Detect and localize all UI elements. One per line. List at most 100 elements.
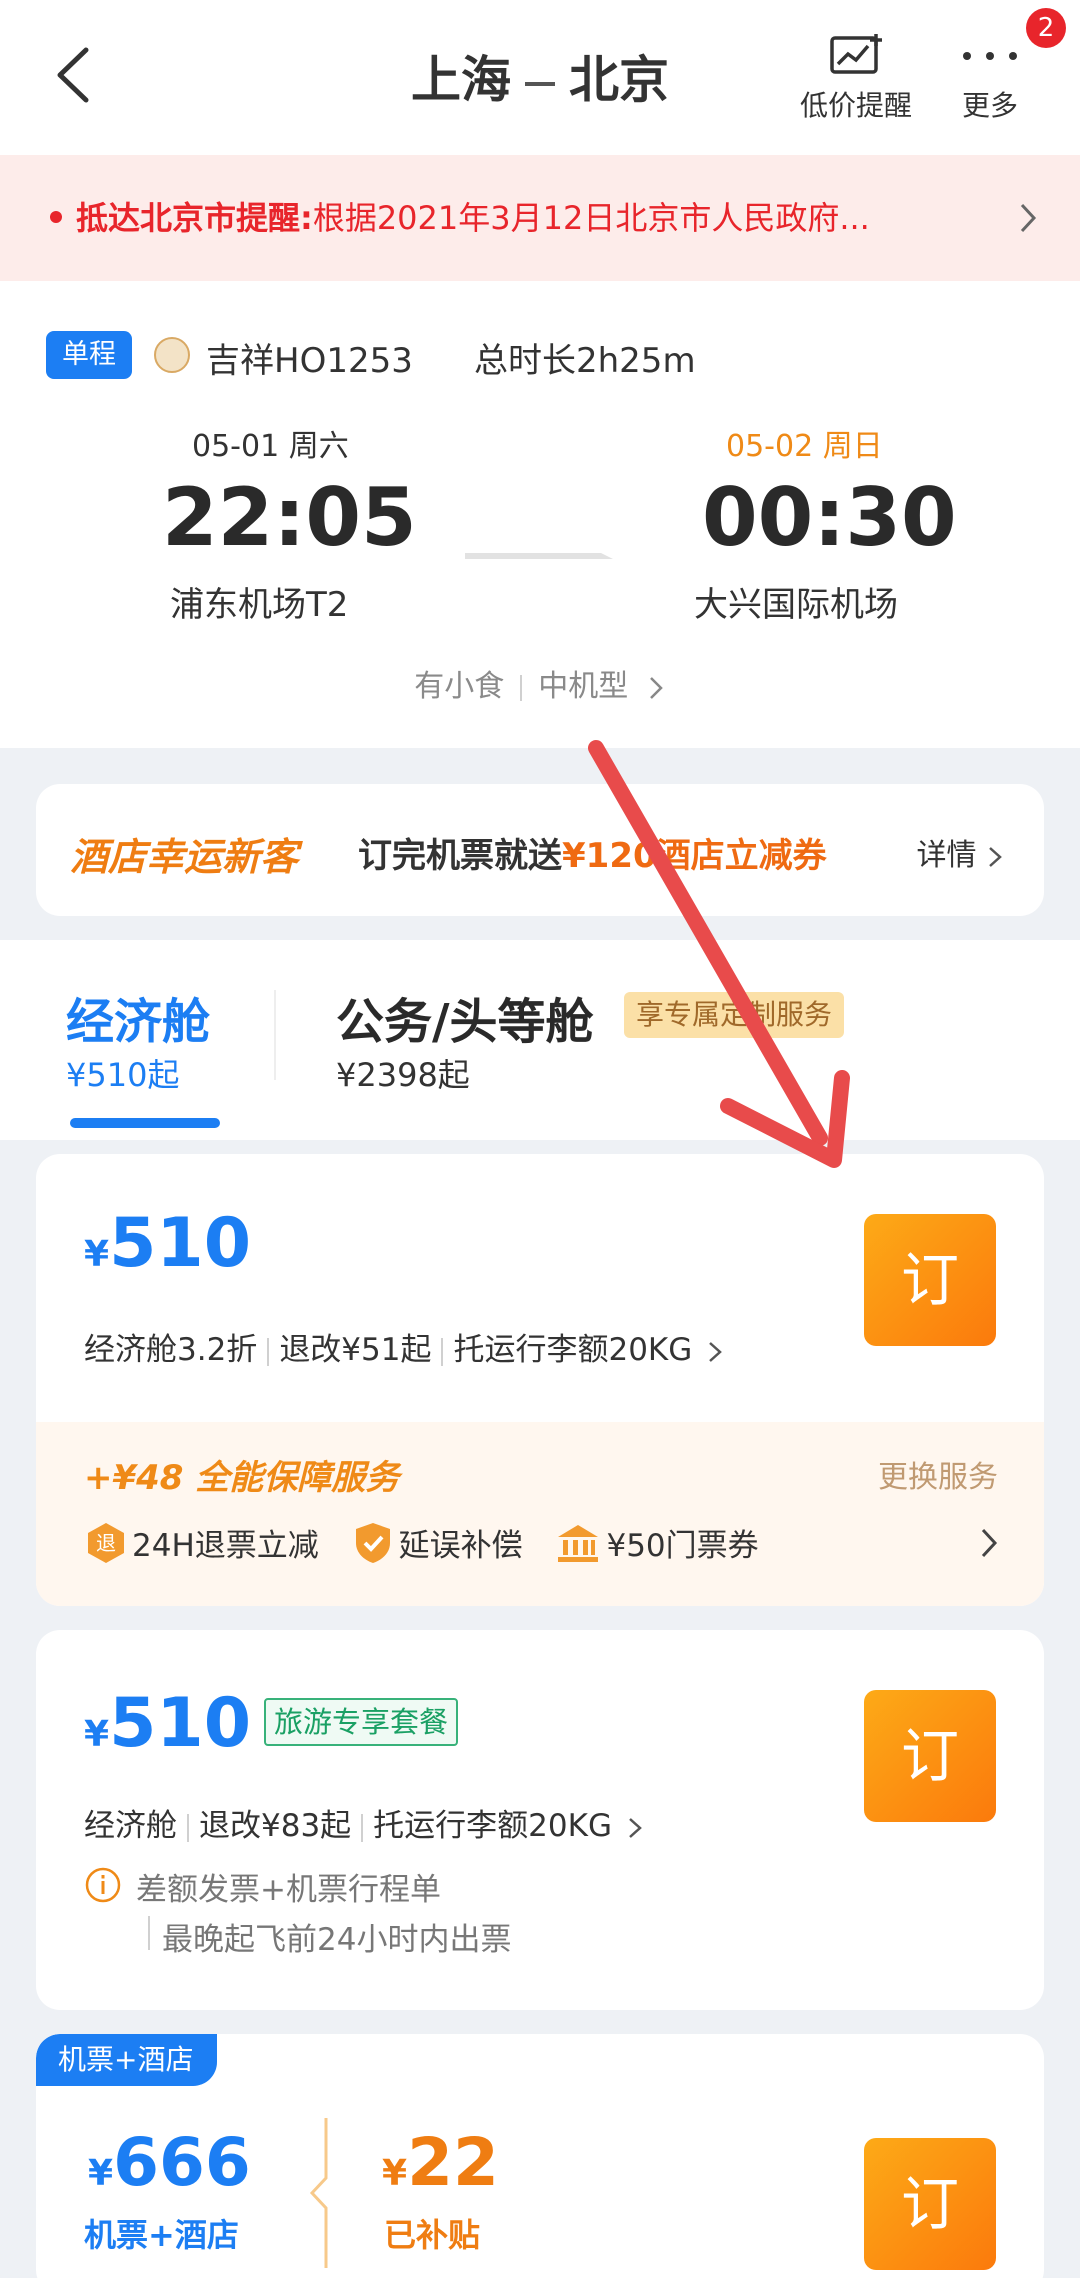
book-button[interactable]: 订	[864, 1214, 996, 1346]
route-title: 上海 北京	[0, 40, 1080, 112]
aircraft-info: 中机型	[538, 669, 629, 704]
price-alert-icon	[830, 34, 882, 74]
book-button[interactable]: 订	[864, 1690, 996, 1822]
price-alert-label: 低价提醒	[800, 89, 913, 122]
arrival-airport: 大兴国际机场	[694, 585, 898, 625]
notice-text: 根据2021年3月12日北京市人民政府...	[312, 199, 870, 237]
info-divider	[361, 1813, 364, 1842]
economy-tab-price: ¥510起	[66, 1056, 180, 1094]
protection-item-label: 24H退票立减	[132, 1528, 319, 1564]
departure-time: 22:05	[162, 471, 417, 564]
ticketing-note: 最晚起飞前24小时内出票	[162, 1922, 512, 1958]
meta-divider	[520, 674, 523, 701]
airline-flight-number: 吉祥HO1253	[206, 341, 413, 381]
flight-duration: 总时长2h25m	[474, 341, 696, 381]
info-divider	[187, 1813, 189, 1842]
protection-service-panel[interactable]: +¥48 全能保障服务 更换服务 退 24H退票立减 延误补偿 ¥50门票券	[36, 1422, 1044, 1606]
promo-details-label: 详情	[916, 838, 977, 873]
refund-change-fee: 退改¥51起	[279, 1332, 432, 1368]
business-tab-price: ¥2398起	[336, 1056, 470, 1094]
bracket-divider-icon	[309, 2118, 328, 2268]
chevron-right-icon	[981, 1528, 998, 1558]
subsidy-value: 22	[407, 2124, 499, 2201]
info-divider	[441, 1337, 444, 1366]
arrival-notice-bar[interactable]: 抵达北京市提醒:根据2021年3月12日北京市人民政府...	[0, 155, 1080, 281]
fare-price-value: 510	[109, 1684, 252, 1763]
business-tab-label: 公务/头等舱	[336, 994, 594, 1050]
arrival-date: 05-02 周日	[726, 429, 883, 464]
protection-title: +¥48 全能保障服务	[84, 1458, 400, 1498]
promo-highlight: ¥120酒店立减券	[562, 836, 827, 876]
business-tab-tag: 享专属定制服务	[624, 992, 845, 1038]
shield-check-icon	[355, 1522, 390, 1563]
notice-dot-icon	[50, 211, 62, 223]
svg-text:退: 退	[96, 1531, 116, 1555]
combo-price-value: 666	[113, 2124, 251, 2201]
cabin-tabs: 经济舱 ¥510起 公务/头等舱 享专属定制服务 ¥2398起	[0, 940, 1080, 1140]
combo-price-label: 机票+酒店	[84, 2216, 239, 2254]
book-button[interactable]: 订	[864, 2138, 996, 2270]
flight-meta[interactable]: 有小食 中机型	[0, 661, 1080, 705]
baggage-allowance: 托运行李额20KG	[373, 1808, 612, 1844]
trip-type-tag: 单程	[46, 331, 132, 379]
currency-symbol: ¥	[88, 2153, 114, 2194]
chevron-right-icon	[709, 1341, 723, 1362]
chevron-right-icon	[628, 1817, 642, 1838]
departure-airport: 浦东机场T2	[170, 585, 349, 625]
chevron-right-icon	[989, 846, 1002, 867]
change-service-link[interactable]: 更换服务	[878, 1452, 998, 1496]
destination-city: 北京	[569, 51, 669, 109]
chevron-right-icon	[1020, 203, 1037, 233]
flight-info-card: 单程 吉祥HO1253 总时长2h25m 05-01 周六 05-02 周日 2…	[0, 281, 1080, 748]
promo-details-link[interactable]: 详情	[916, 830, 1004, 874]
origin-city: 上海	[411, 51, 511, 109]
note-divider	[148, 1916, 150, 1950]
currency-symbol: ¥	[84, 1234, 110, 1275]
refund-icon: 退	[88, 1522, 124, 1563]
flight-booking-page: 上海 北京 低价提醒 更多 2 抵达北京市提醒:根据2021年3月12日北京市人民…	[0, 0, 1080, 2278]
invoice-note: 差额发票+机票行程单	[136, 1872, 441, 1908]
promo-title: 酒店幸运新客	[70, 835, 299, 879]
fare-rules[interactable]: 经济舱3.2折 退改¥51起 托运行李额20KG	[84, 1324, 724, 1369]
airline-logo-icon	[154, 337, 190, 373]
baggage-allowance: 托运行李额20KG	[453, 1332, 693, 1368]
subsidy-label: 已补贴	[384, 2216, 481, 2254]
flight-hotel-tag: 机票+酒店	[36, 2034, 218, 2086]
more-dots-icon	[963, 52, 1017, 60]
protection-items: 退 24H退票立减 延误补偿 ¥50门票券	[86, 1520, 783, 1565]
chevron-right-icon	[649, 676, 663, 699]
protection-item-label: 延误补偿	[398, 1528, 523, 1564]
notice-lead: 抵达北京市提醒:	[76, 199, 313, 237]
currency-symbol: ¥	[84, 1714, 110, 1755]
travel-package-tag: 旅游专享套餐	[264, 1698, 459, 1746]
cabin-discount: 经济舱3.2折	[84, 1332, 258, 1368]
fare-card-flight-hotel: 机票+酒店 ¥666 机票+酒店 ¥22 已补贴 订	[36, 2034, 1044, 2278]
subsidy-price: ¥22	[382, 2124, 499, 2201]
fare-rules[interactable]: 经济舱 退改¥83起 托运行李额20KG	[84, 1800, 644, 1845]
route-dash-icon	[525, 81, 555, 86]
protection-item-label: ¥50门票券	[606, 1528, 759, 1564]
flight-direction-arrow-icon	[465, 553, 613, 559]
fare-card-travel-package: ¥510 旅游专享套餐 订 经济舱 退改¥83起 托运行李额20KG 差额发票+机票…	[36, 1630, 1044, 2010]
more-label: 更多	[961, 89, 1018, 122]
museum-icon	[558, 1524, 599, 1562]
promo-text: 订完机票就送¥120酒店立减券	[358, 828, 827, 877]
info-divider	[267, 1337, 270, 1366]
more-button[interactable]: 更多	[955, 32, 1025, 124]
tab-divider	[274, 990, 276, 1080]
fare-card-economy-discount: ¥510 订 经济舱3.2折 退改¥51起 托运行李额20KG +¥48 全能保障服…	[36, 1154, 1044, 1606]
departure-date: 05-01 周六	[192, 429, 349, 464]
info-circle-icon	[85, 1867, 121, 1903]
hotel-promo-banner[interactable]: 酒店幸运新客 订完机票就送¥120酒店立减券 详情	[36, 784, 1044, 916]
price-alert-button[interactable]: 低价提醒	[800, 32, 912, 124]
meal-info: 有小食	[414, 669, 505, 704]
fare-price: ¥510	[84, 1684, 251, 1763]
refund-change-fee: 退改¥83起	[199, 1808, 352, 1844]
top-bar: 上海 北京 低价提醒 更多 2	[0, 0, 1080, 155]
economy-tab-label: 经济舱	[66, 994, 211, 1050]
promo-text-pre: 订完机票就送	[358, 836, 562, 876]
notification-badge: 2	[1026, 8, 1066, 48]
arrival-time: 00:30	[702, 471, 957, 564]
cabin-class: 经济舱	[84, 1808, 177, 1844]
combo-price: ¥666	[88, 2124, 251, 2201]
